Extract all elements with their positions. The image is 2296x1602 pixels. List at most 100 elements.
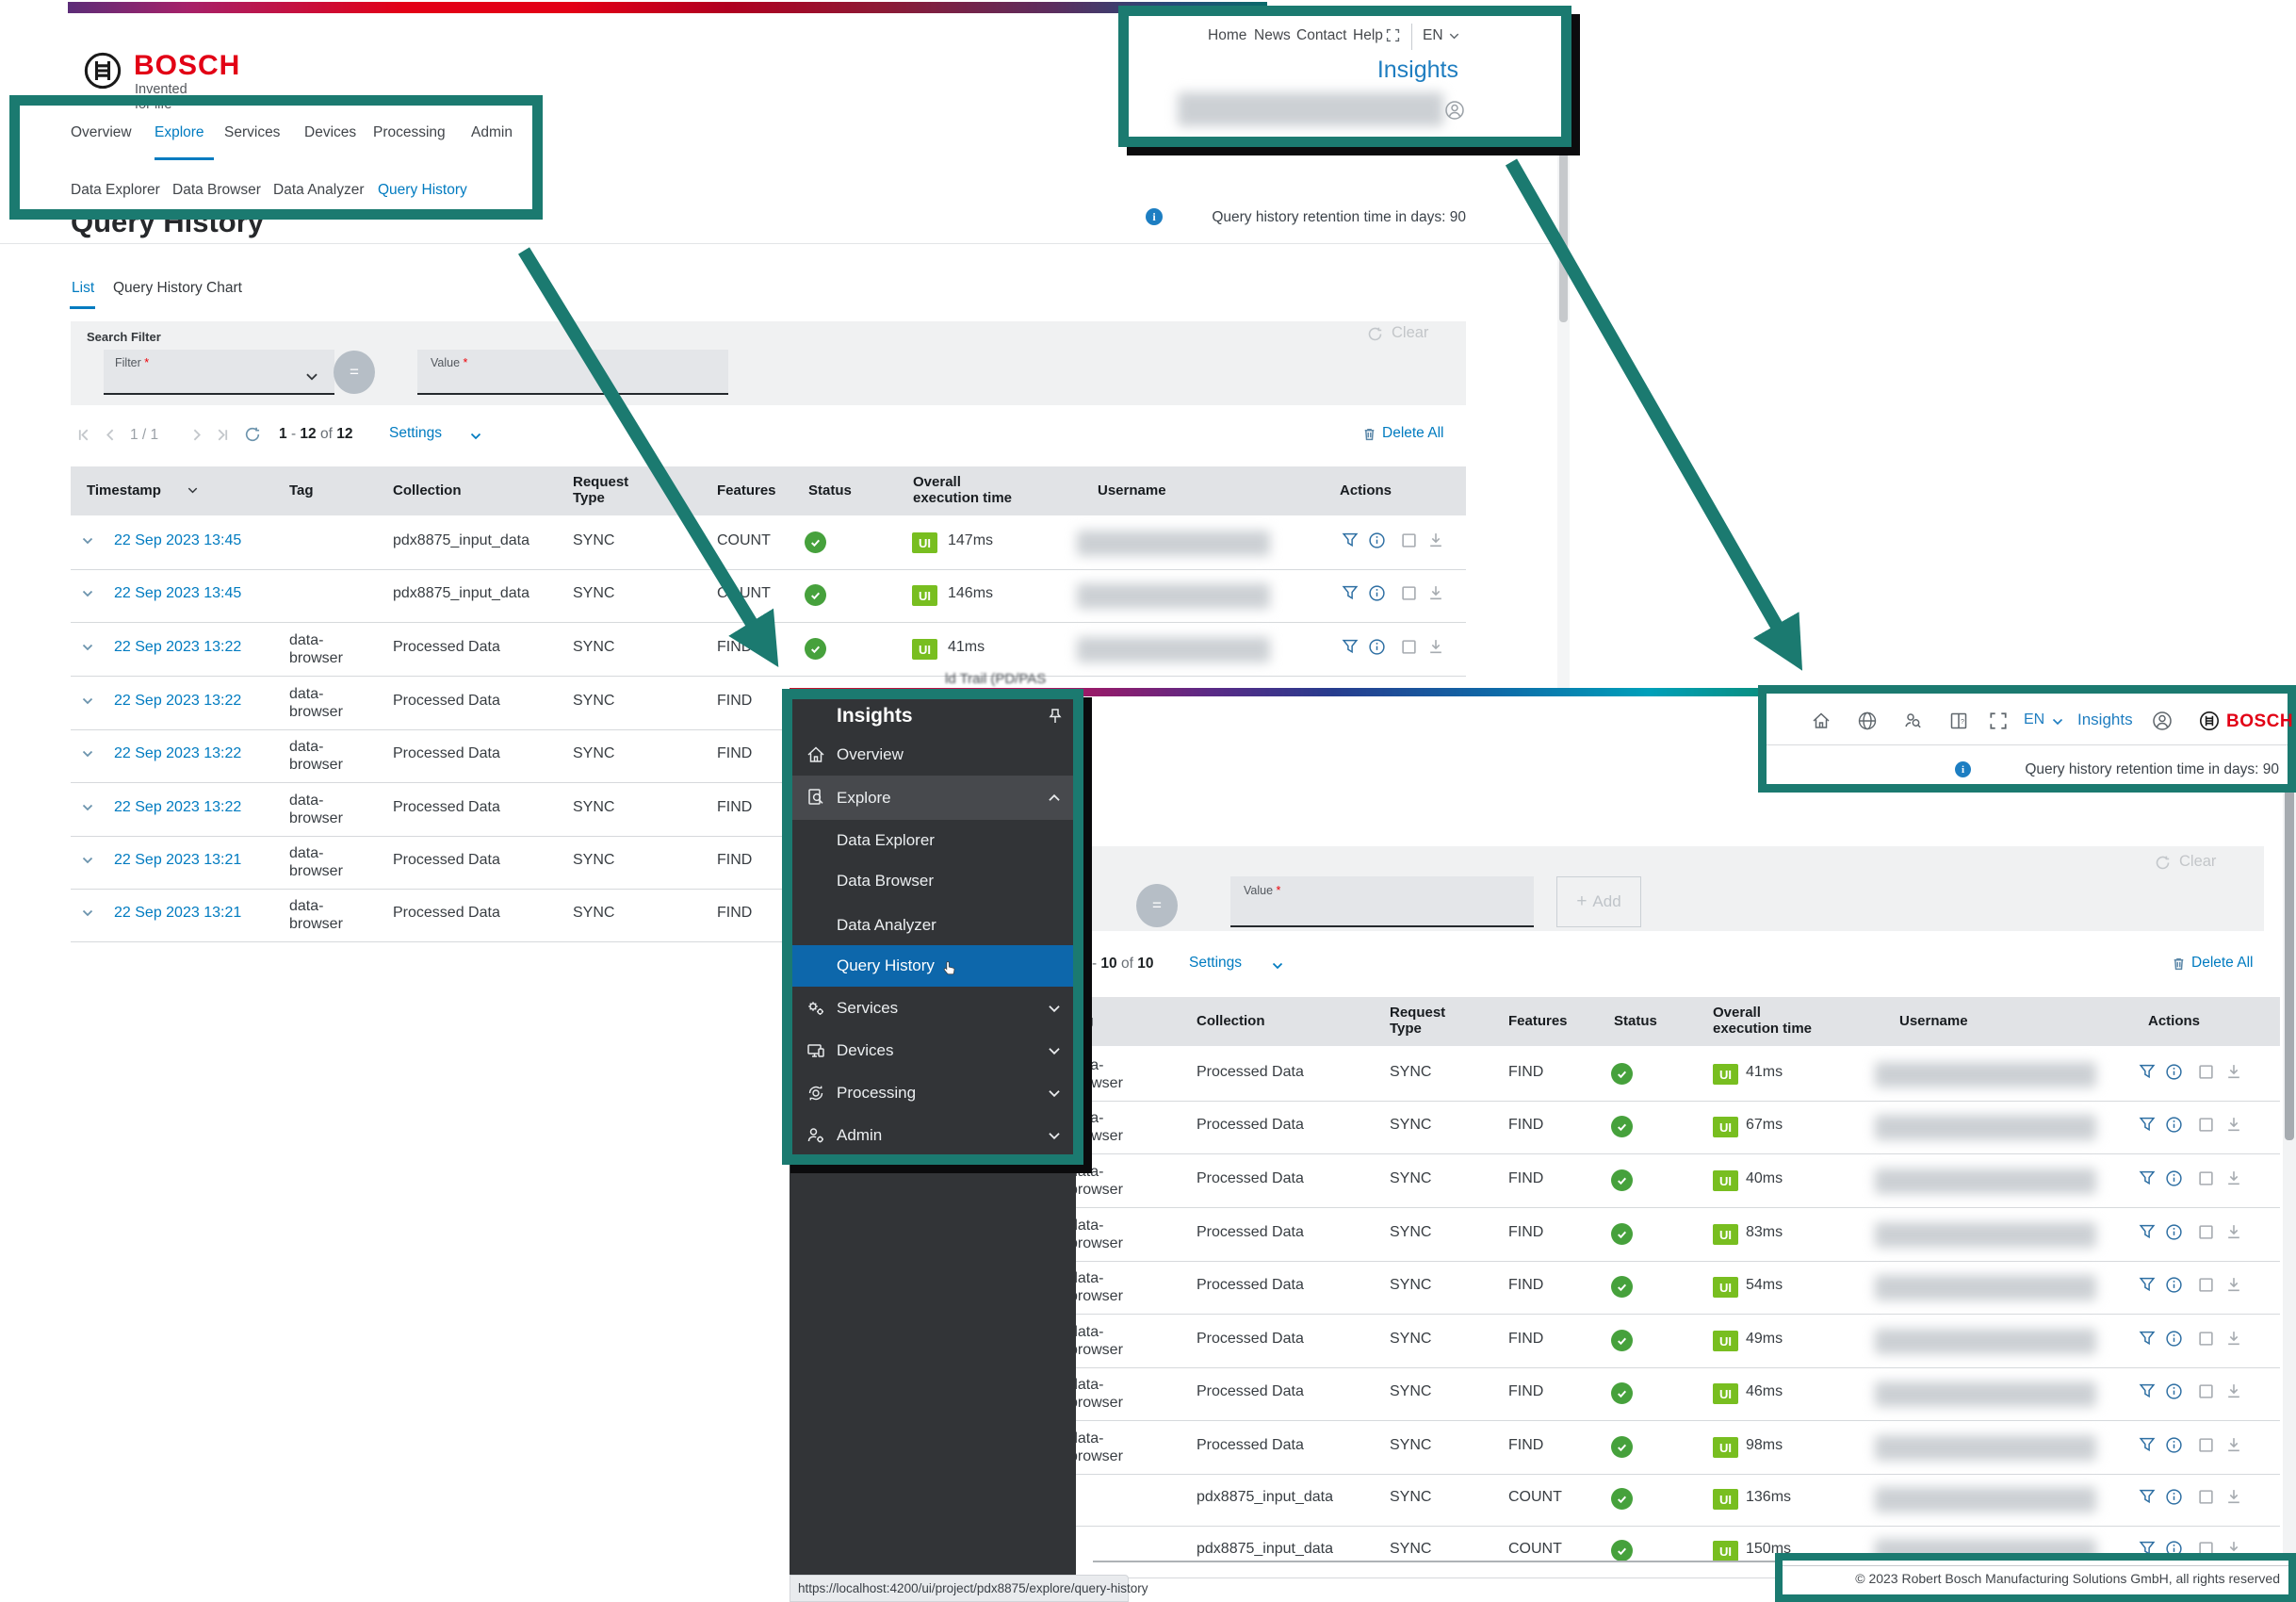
- blurred-username: [1875, 1115, 2096, 1140]
- app-title[interactable]: Insights: [2077, 711, 2133, 729]
- download-icon[interactable]: [2225, 1488, 2242, 1510]
- utility-link-news[interactable]: News: [1254, 27, 1291, 44]
- filter-action-icon[interactable]: [2139, 1330, 2156, 1351]
- request-type-cell: SYNC: [1390, 1383, 1431, 1400]
- info-action-icon[interactable]: [2165, 1116, 2183, 1138]
- account-icon[interactable]: [1443, 99, 1466, 126]
- status-success-icon: [1611, 1488, 1633, 1510]
- features-cell: FIND: [1508, 1437, 1543, 1454]
- clear-button[interactable]: Clear: [2179, 853, 2216, 871]
- url-tooltip: https://localhost:4200/ui/project/pdx887…: [790, 1575, 1129, 1602]
- info-action-icon[interactable]: [2165, 1436, 2183, 1459]
- download-icon[interactable]: [2225, 1063, 2242, 1085]
- account-icon[interactable]: [2151, 710, 2174, 737]
- utility-link-help[interactable]: Help: [1353, 27, 1383, 44]
- download-icon[interactable]: [2225, 1169, 2242, 1191]
- annotation-box-new-header: ? EN Insights BOSCH i Query history rete…: [1758, 685, 2296, 793]
- table-row: data-browserProcessed DataSYNCFINDUI40ms: [1036, 1154, 2280, 1208]
- request-type-cell: SYNC: [1390, 1064, 1431, 1081]
- download-icon[interactable]: [2225, 1330, 2242, 1351]
- delete-all-button[interactable]: Delete All: [2191, 955, 2253, 972]
- checkbox-icon[interactable]: [2198, 1064, 2214, 1085]
- utility-link-home[interactable]: Home: [1208, 27, 1246, 44]
- table-row: data-browserProcessed DataSYNCFINDUI98ms: [1036, 1421, 2280, 1475]
- checkbox-icon[interactable]: [2198, 1117, 2214, 1137]
- home-icon[interactable]: [1810, 710, 1832, 737]
- collection-cell: Processed Data: [1197, 1331, 1304, 1348]
- language-selector[interactable]: EN: [1423, 27, 1443, 44]
- tag-cell: data-browser: [1069, 1323, 1137, 1359]
- value-label: Value: [1244, 884, 1273, 897]
- status-success-icon: [1611, 1276, 1633, 1298]
- execution-time-cell: 49ms: [1746, 1331, 1783, 1348]
- filter-action-icon[interactable]: [2139, 1382, 2156, 1404]
- env-badge: UI: [1713, 1383, 1738, 1404]
- features-cell: FIND: [1508, 1170, 1543, 1187]
- info-action-icon[interactable]: [2165, 1063, 2183, 1086]
- checkbox-icon[interactable]: [2198, 1331, 2214, 1351]
- checkbox-icon[interactable]: [2198, 1170, 2214, 1191]
- fullscreen-icon[interactable]: [1988, 711, 2009, 736]
- checkbox-icon[interactable]: [2198, 1489, 2214, 1510]
- table-row: data-browserProcessed DataSYNCFINDUI54ms: [1036, 1261, 2280, 1315]
- download-icon[interactable]: [2225, 1382, 2242, 1404]
- filter-action-icon[interactable]: [2139, 1116, 2156, 1137]
- collection-cell: Processed Data: [1197, 1224, 1304, 1241]
- annotation-box-footer: © 2023 Robert Bosch Manufacturing Soluti…: [1775, 1553, 2296, 1602]
- chevron-down-icon[interactable]: [1447, 29, 1461, 48]
- download-icon[interactable]: [2225, 1116, 2242, 1137]
- chevron-down-icon[interactable]: [2050, 714, 2065, 734]
- checkbox-icon[interactable]: [2198, 1277, 2214, 1298]
- request-type-cell: SYNC: [1390, 1170, 1431, 1187]
- filter-action-icon[interactable]: [2139, 1169, 2156, 1191]
- settings-chevron-icon[interactable]: [1270, 958, 1285, 978]
- language-selector[interactable]: EN: [2024, 711, 2044, 728]
- download-icon[interactable]: [2225, 1276, 2242, 1298]
- checkbox-icon[interactable]: [2198, 1383, 2214, 1404]
- download-icon[interactable]: [2225, 1436, 2242, 1458]
- features-cell: FIND: [1508, 1064, 1543, 1081]
- filter-action-icon[interactable]: [2139, 1063, 2156, 1085]
- info-action-icon[interactable]: [2165, 1330, 2183, 1352]
- checkbox-icon[interactable]: [2198, 1437, 2214, 1458]
- status-success-icon: [1611, 1223, 1633, 1245]
- table-row: pdx8875_input_dataSYNCCOUNTUI136ms: [1036, 1473, 2280, 1527]
- download-icon[interactable]: [2225, 1223, 2242, 1245]
- help-book-icon[interactable]: ?: [1947, 710, 1970, 737]
- env-badge: UI: [1713, 1064, 1738, 1085]
- table-row: data-browserProcessed DataSYNCFINDUI83ms: [1036, 1208, 2280, 1262]
- checkbox-icon[interactable]: [2198, 1224, 2214, 1245]
- filter-action-icon[interactable]: [2139, 1223, 2156, 1245]
- operator-badge: =: [1136, 884, 1178, 927]
- info-action-icon[interactable]: [2165, 1169, 2183, 1192]
- filter-action-icon[interactable]: [2139, 1436, 2156, 1458]
- features-cell: FIND: [1508, 1331, 1543, 1348]
- request-type-cell: SYNC: [1390, 1541, 1431, 1558]
- info-action-icon[interactable]: [2165, 1223, 2183, 1246]
- tag-cell: data-browser: [1069, 1430, 1137, 1465]
- add-button[interactable]: +Add: [1556, 876, 1641, 927]
- info-action-icon[interactable]: [2165, 1488, 2183, 1511]
- info-action-icon[interactable]: [2165, 1382, 2183, 1405]
- settings-button[interactable]: Settings: [1189, 955, 1242, 972]
- utility-link-contact[interactable]: Contact: [1296, 27, 1346, 44]
- user-search-icon[interactable]: [1901, 710, 1924, 737]
- globe-icon[interactable]: [1856, 710, 1879, 737]
- tag-cell: data-browser: [1069, 1217, 1137, 1252]
- table-row: data-browserProcessed DataSYNCFINDUI67ms: [1036, 1101, 2280, 1154]
- collection-cell: Processed Data: [1197, 1383, 1304, 1400]
- value-input[interactable]: Value *: [1230, 876, 1534, 927]
- divider: [1767, 744, 2288, 745]
- annotation-box-sidebar: [782, 689, 1083, 1165]
- filter-action-icon[interactable]: [2139, 1488, 2156, 1510]
- filter-action-icon[interactable]: [2139, 1276, 2156, 1298]
- execution-time-cell: 41ms: [1746, 1064, 1783, 1081]
- plus-icon: +: [1576, 891, 1587, 912]
- info-action-icon[interactable]: [2165, 1276, 2183, 1299]
- fullscreen-icon[interactable]: [1385, 27, 1401, 48]
- collection-cell: Processed Data: [1197, 1437, 1304, 1454]
- table-row: data-browserProcessed DataSYNCFINDUI49ms: [1036, 1315, 2280, 1368]
- execution-time-cell: 83ms: [1746, 1224, 1783, 1241]
- scrollbar-thumb[interactable]: [2285, 735, 2294, 1140]
- collection-cell: Processed Data: [1197, 1277, 1304, 1294]
